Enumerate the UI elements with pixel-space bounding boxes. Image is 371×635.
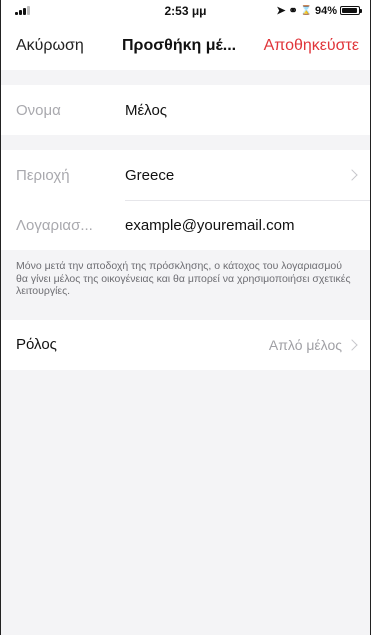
region-row[interactable]: Περιοχή Greece — [1, 150, 370, 200]
name-label: Ονομα — [16, 101, 61, 119]
status-right: ➤ ⚭ ⌛ 94% — [276, 4, 362, 17]
location-arrow-icon: ➤ — [276, 5, 286, 17]
account-label: Λογαριασ... — [16, 216, 93, 234]
name-field[interactable]: Μέλος — [125, 102, 167, 119]
role-row[interactable]: Ρόλος Απλό μέλος — [1, 320, 370, 370]
cancel-button[interactable]: Ακύρωση — [16, 37, 84, 55]
save-button[interactable]: Αποθηκεύστε — [264, 37, 359, 55]
screen: 2:53 μμ ➤ ⚭ ⌛ 94% Ακύρωση Προσθήκη μέ...… — [0, 0, 371, 635]
name-group: Ονομα Μέλος — [1, 85, 370, 135]
alarm-icon: ⌛ — [300, 5, 312, 15]
invitation-note: Μόνο μετά την αποδοχή της πρόσκλησης, ο … — [16, 260, 351, 297]
account-group: Περιοχή Greece Λογαριασ... example@youre… — [1, 150, 370, 250]
headphones-icon: ⚭ — [288, 5, 298, 17]
name-row[interactable]: Ονομα Μέλος — [1, 85, 370, 135]
role-label: Ρόλος — [16, 336, 57, 353]
account-field[interactable]: example@youremail.com — [125, 217, 294, 234]
chevron-right-icon — [346, 339, 358, 351]
nav-bar: Ακύρωση Προσθήκη μέ... Αποθηκεύστε — [1, 20, 370, 70]
chevron-right-icon — [346, 169, 358, 181]
region-label: Περιοχή — [16, 166, 70, 184]
battery-percent: 94% — [314, 4, 337, 17]
account-row[interactable]: Λογαριασ... example@youremail.com — [1, 200, 370, 250]
battery-icon — [340, 6, 362, 15]
role-value: Απλό μέλος — [268, 337, 342, 353]
page-title: Προσθήκη μέ... — [122, 37, 237, 54]
region-value: Greece — [125, 166, 175, 184]
status-bar: 2:53 μμ ➤ ⚭ ⌛ 94% — [1, 0, 370, 20]
